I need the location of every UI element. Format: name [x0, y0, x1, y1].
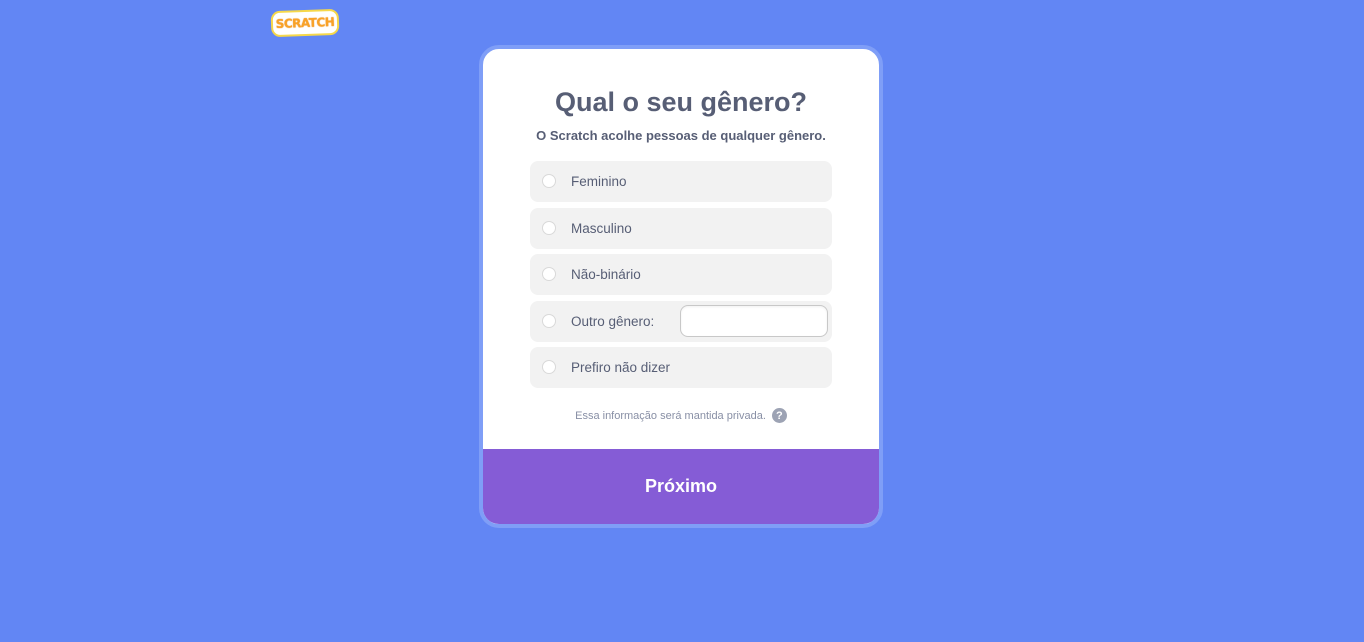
scratch-logo-text: SCRATCH [275, 14, 335, 32]
scratch-logo[interactable]: SCRATCH [270, 8, 340, 38]
option-label: Feminino [571, 174, 627, 189]
option-label: Não-binário [571, 267, 641, 283]
radio-button[interactable] [542, 220, 556, 235]
gender-options: Feminino Masculino Não-binário Outro gên… [530, 161, 832, 394]
next-button[interactable]: Próximo [483, 449, 879, 524]
radio-button[interactable] [542, 313, 556, 328]
other-gender-input[interactable] [680, 304, 828, 337]
page-subtitle: O Scratch acolhe pessoas de qualquer gên… [536, 128, 826, 143]
gender-card: Qual o seu gênero? O Scratch acolhe pess… [479, 45, 883, 528]
option-masculino[interactable]: Masculino [530, 207, 832, 249]
option-nao-binario[interactable]: Não-binário [530, 254, 832, 296]
privacy-note: Essa informação será mantida privada. ? [483, 408, 879, 423]
option-feminino[interactable]: Feminino [530, 161, 832, 202]
radio-button[interactable] [542, 174, 556, 188]
option-prefiro-nao-dizer[interactable]: Prefiro não dizer [530, 347, 832, 389]
option-label: Outro gênero: [571, 313, 655, 329]
help-icon[interactable]: ? [771, 408, 787, 423]
option-label: Prefiro não dizer [571, 360, 671, 376]
radio-button[interactable] [542, 267, 556, 282]
option-label: Masculino [571, 220, 632, 236]
privacy-text: Essa informação será mantida privada. [575, 409, 766, 422]
page-title: Qual o seu gênero? [554, 87, 808, 117]
radio-button[interactable] [542, 360, 556, 375]
option-outro-genero[interactable]: Outro gênero: [530, 300, 832, 342]
